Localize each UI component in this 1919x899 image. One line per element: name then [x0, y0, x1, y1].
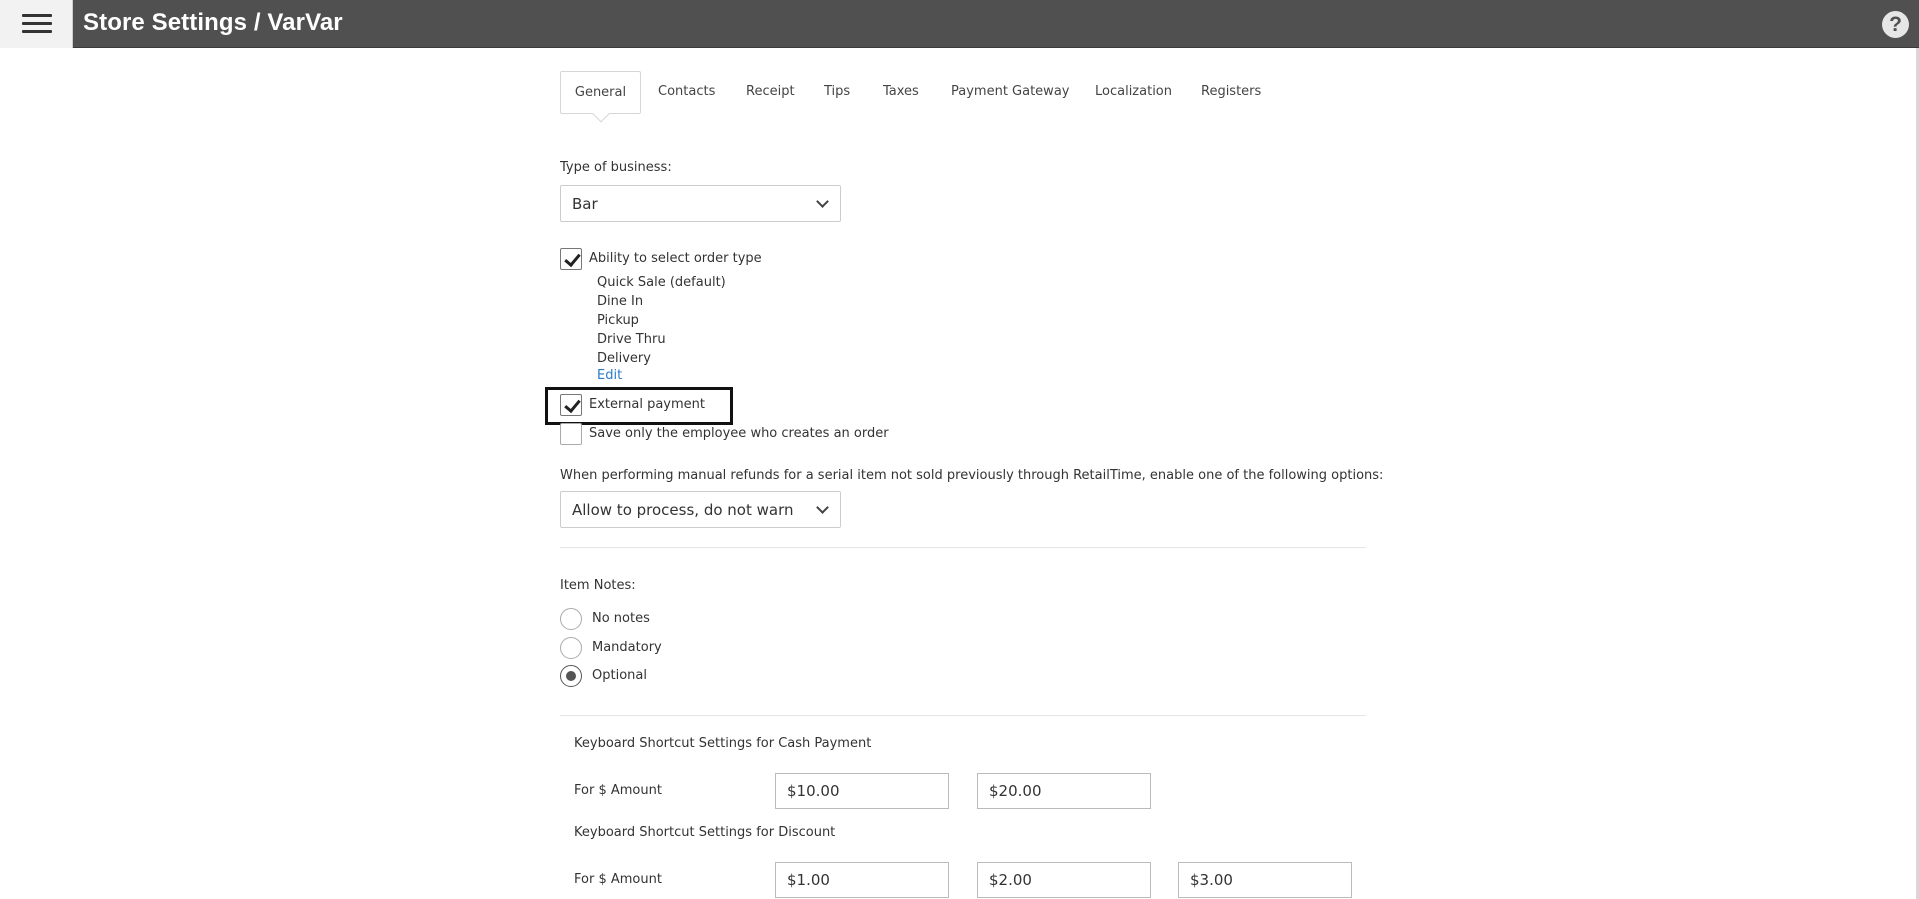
order-type-item: Drive Thru: [597, 332, 666, 347]
edit-order-types-link[interactable]: Edit: [597, 368, 622, 383]
radio-mandatory-label: Mandatory: [592, 640, 662, 655]
radio-mandatory[interactable]: [560, 637, 582, 659]
tab-localization[interactable]: Localization: [1095, 71, 1172, 112]
tab-payment-gateway[interactable]: Payment Gateway: [951, 71, 1069, 112]
discount-amount-input-3[interactable]: [1178, 862, 1352, 898]
tab-receipt[interactable]: Receipt: [746, 71, 795, 112]
business-type-select[interactable]: Bar: [560, 185, 841, 222]
cash-amount-label: For $ Amount: [574, 783, 662, 798]
cash-amount-input-1[interactable]: [775, 773, 949, 809]
save-employee-label: Save only the employee who creates an or…: [589, 426, 889, 441]
order-type-checkbox[interactable]: [560, 248, 582, 270]
hamburger-menu-icon[interactable]: [0, 0, 73, 48]
save-employee-checkbox[interactable]: [560, 423, 582, 445]
tab-contacts[interactable]: Contacts: [658, 71, 715, 112]
refunds-select[interactable]: Allow to process, do not warn: [560, 491, 841, 528]
chevron-down-icon: [816, 195, 829, 208]
external-payment-checkbox[interactable]: [560, 394, 582, 416]
order-type-item: Delivery: [597, 351, 651, 366]
cash-amount-input-2[interactable]: [977, 773, 1151, 809]
checkmark-icon: [564, 395, 581, 414]
discount-amount-input-2[interactable]: [977, 862, 1151, 898]
tab-registers[interactable]: Registers: [1201, 71, 1261, 112]
refunds-label: When performing manual refunds for a ser…: [560, 468, 1384, 483]
radio-optional-label: Optional: [592, 668, 647, 683]
refunds-value: Allow to process, do not warn: [572, 501, 794, 519]
page-title: Store Settings / VarVar: [83, 9, 343, 36]
item-notes-label: Item Notes:: [560, 578, 636, 593]
order-type-item: Pickup: [597, 313, 639, 328]
discount-shortcuts-title: Keyboard Shortcut Settings for Discount: [574, 825, 836, 840]
menu-line: [22, 14, 52, 17]
discount-amount-label: For $ Amount: [574, 872, 662, 887]
chevron-down-icon: [816, 501, 829, 514]
help-icon[interactable]: ?: [1882, 11, 1909, 38]
tab-taxes[interactable]: Taxes: [883, 71, 919, 112]
radio-no-notes-label: No notes: [592, 611, 650, 626]
order-type-item: Dine In: [597, 294, 644, 309]
discount-amount-input-1[interactable]: [775, 862, 949, 898]
menu-line: [22, 30, 52, 33]
radio-no-notes[interactable]: [560, 608, 582, 630]
cash-shortcuts-title: Keyboard Shortcut Settings for Cash Paym…: [574, 736, 872, 751]
checkmark-icon: [564, 249, 581, 268]
order-type-item: Quick Sale (default): [597, 275, 726, 290]
radio-optional[interactable]: [560, 665, 582, 687]
menu-line: [22, 22, 52, 25]
tab-general[interactable]: General: [560, 71, 641, 114]
order-type-label: Ability to select order type: [589, 251, 762, 266]
top-bar: Store Settings / VarVar ?: [0, 0, 1919, 48]
external-payment-label: External payment: [589, 397, 705, 412]
radio-selected-dot: [566, 671, 576, 681]
business-type-label: Type of business:: [560, 160, 672, 175]
tab-tips[interactable]: Tips: [824, 71, 850, 112]
business-type-value: Bar: [572, 195, 598, 213]
divider: [560, 715, 1366, 716]
divider: [560, 547, 1366, 548]
